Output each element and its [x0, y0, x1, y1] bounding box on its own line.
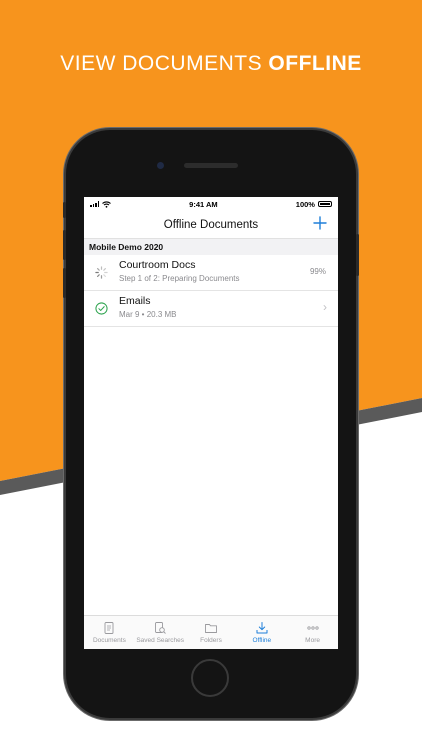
volume-down-button: [63, 268, 66, 298]
tab-label: More: [305, 637, 320, 644]
signal-icon: [90, 201, 99, 207]
volume-up-button: [63, 230, 66, 260]
headline-bold: OFFLINE: [268, 52, 362, 75]
folder-icon: [205, 624, 217, 633]
page-title: Offline Documents: [163, 218, 259, 231]
earpiece-speaker: [184, 163, 238, 168]
tab-label: Offline: [252, 637, 272, 644]
tab-label: Saved Searches: [136, 637, 185, 644]
tab-bar: Documents Saved Searches Folders Offline…: [84, 615, 338, 649]
add-button[interactable]: [312, 215, 328, 231]
mute-switch: [63, 202, 66, 218]
list-item-emails[interactable]: Emails Mar 9 • 20.3 MB ›: [84, 291, 338, 327]
headline-normal: VIEW DOCUMENTS: [60, 52, 269, 75]
list-item-courtroom-docs[interactable]: Courtroom Docs Step 1 of 2: Preparing Do…: [84, 255, 338, 291]
tab-label: Documents: [92, 637, 126, 644]
tab-saved-searches[interactable]: Saved Searches: [135, 616, 186, 649]
item-title: Courtroom Docs: [119, 259, 196, 271]
tab-offline[interactable]: Offline: [236, 616, 287, 649]
home-button[interactable]: [191, 659, 229, 697]
wifi-icon: [102, 200, 111, 208]
battery-percent: 100%: [295, 199, 315, 209]
item-title: Emails: [119, 295, 151, 307]
app-screen: 9:41 AM 100% Offline Documents Mobile De…: [84, 197, 338, 649]
status-battery: 100%: [296, 200, 332, 209]
download-icon: [256, 622, 268, 634]
headline: VIEW DOCUMENTS OFFLINE: [0, 52, 422, 76]
section-title: Mobile Demo 2020: [89, 242, 164, 252]
item-subtitle: Step 1 of 2: Preparing Documents: [119, 274, 240, 283]
tab-label: Folders: [200, 637, 222, 644]
tab-folders[interactable]: Folders: [186, 616, 237, 649]
more-icon: [306, 626, 319, 630]
check-circle-icon: [95, 302, 108, 315]
plus-icon: [313, 216, 327, 230]
front-camera: [157, 162, 164, 169]
status-time: 9:41 AM: [189, 199, 218, 209]
battery-icon: [317, 201, 332, 207]
spinner-icon: [95, 266, 108, 279]
tab-more[interactable]: More: [287, 616, 338, 649]
document-icon: [104, 622, 114, 634]
power-button: [356, 234, 359, 276]
item-subtitle: Mar 9 • 20.3 MB: [119, 310, 177, 319]
nav-bar: Offline Documents: [84, 211, 338, 239]
phone-frame: 9:41 AM 100% Offline Documents Mobile De…: [63, 130, 359, 718]
status-bar: 9:41 AM 100%: [84, 197, 338, 211]
chevron-right-icon: ›: [323, 300, 327, 314]
item-progress: 99%: [309, 267, 326, 276]
tab-documents[interactable]: Documents: [84, 616, 135, 649]
section-header: Mobile Demo 2020: [84, 239, 338, 255]
saved-search-icon: [155, 622, 167, 634]
status-left: [90, 200, 111, 208]
